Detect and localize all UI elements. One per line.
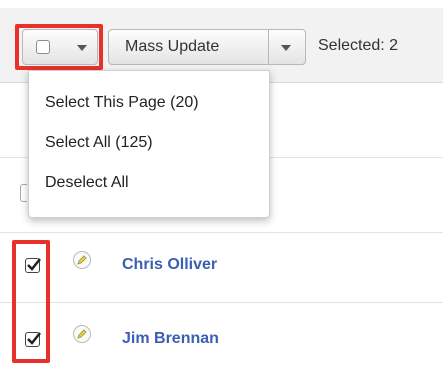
row-divider [0,302,443,303]
pencil-icon [77,255,87,265]
record-name-link[interactable]: Chris Olliver [122,256,217,274]
mass-update-divider [268,30,269,64]
toolbar-top-border [0,0,443,8]
row-checkboxes-highlight-box [12,240,50,363]
mass-update-button[interactable]: Mass Update [108,29,306,65]
select-highlight-box [15,24,103,70]
selected-count: Selected: 2 [318,37,399,54]
select-dropdown-menu: Select This Page (20) Select All (125) D… [28,70,270,218]
row-divider [0,232,443,233]
edit-pencil-icon[interactable] [73,251,91,269]
chevron-down-icon[interactable] [281,45,291,51]
menu-item-select-this-page[interactable]: Select This Page (20) [45,94,199,112]
menu-item-deselect-all[interactable]: Deselect All [45,174,129,192]
row-checkbox[interactable] [20,184,27,202]
edit-pencil-icon[interactable] [73,325,91,343]
record-name-link[interactable]: Jim Brennan [122,330,219,348]
pencil-icon [77,329,87,339]
mass-update-label: Mass Update [125,38,220,55]
menu-item-select-all[interactable]: Select All (125) [45,134,153,152]
